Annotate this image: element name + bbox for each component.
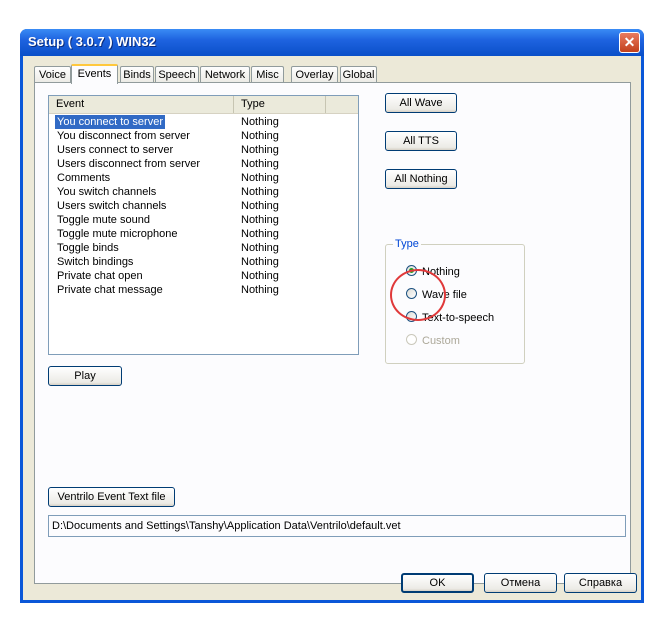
event-text-file-button[interactable]: Ventrilo Event Text file [48, 487, 175, 507]
tab-overlay[interactable]: Overlay [291, 66, 338, 82]
event-type-cell: Nothing [241, 214, 279, 226]
events-list[interactable]: Event Type You connect to server Nothing Y… [48, 95, 359, 355]
event-name-cell: Users disconnect from server [57, 158, 201, 170]
events-tab-panel: Event Type You connect to server Nothing Y… [34, 82, 631, 584]
table-row[interactable]: Users disconnect from server Nothing [49, 157, 358, 171]
event-name-cell: Toggle mute sound [57, 214, 150, 226]
table-row[interactable]: Toggle binds Nothing [49, 241, 358, 255]
table-row[interactable]: You connect to server Nothing [49, 115, 358, 129]
event-type-cell: Nothing [241, 186, 279, 198]
table-row[interactable]: Switch bindings Nothing [49, 255, 358, 269]
tab-global[interactable]: Global [340, 66, 377, 82]
event-name-cell: Toggle mute microphone [57, 228, 178, 240]
close-icon: ✕ [623, 34, 636, 50]
table-row[interactable]: Users connect to server Nothing [49, 143, 358, 157]
tab-misc[interactable]: Misc [251, 66, 284, 82]
radio-disabled-icon [406, 334, 417, 345]
event-name-cell: Comments [57, 172, 111, 184]
tab-binds[interactable]: Binds [120, 66, 154, 82]
event-type-cell: Nothing [241, 200, 279, 212]
event-name-cell: You disconnect from server [57, 130, 190, 142]
radio-custom-label: Custom [422, 335, 460, 347]
ok-button[interactable]: OK [401, 573, 474, 593]
event-type-cell: Nothing [241, 242, 279, 254]
event-type-cell: Nothing [241, 130, 279, 142]
column-header-type[interactable]: Type [234, 96, 326, 113]
event-type-cell: Nothing [241, 116, 279, 128]
tab-speech[interactable]: Speech [155, 66, 199, 82]
event-type-cell: Nothing [241, 228, 279, 240]
event-type-cell: Nothing [241, 284, 279, 296]
all-tts-button[interactable]: All TTS [385, 131, 457, 151]
tab-voice[interactable]: Voice [34, 66, 71, 82]
column-header-event[interactable]: Event [49, 96, 234, 113]
help-button[interactable]: Справка [564, 573, 637, 593]
tab-network[interactable]: Network [200, 66, 250, 82]
event-name-cell: You connect to server [55, 115, 165, 129]
table-row[interactable]: Private chat message Nothing [49, 283, 358, 297]
event-file-path-field[interactable]: D:\Documents and Settings\Tanshy\Applica… [48, 515, 626, 537]
event-name-cell: Switch bindings [57, 256, 134, 268]
title-bar[interactable]: Setup ( 3.0.7 ) WIN32 ✕ [20, 29, 644, 56]
event-name-cell: Private chat message [57, 284, 163, 296]
table-row[interactable]: Comments Nothing [49, 171, 358, 185]
type-group-label: Type [393, 238, 421, 250]
event-type-cell: Nothing [241, 256, 279, 268]
table-row[interactable]: Toggle mute sound Nothing [49, 213, 358, 227]
event-name-cell: Toggle binds [57, 242, 119, 254]
event-name-cell: You switch channels [57, 186, 157, 198]
all-wave-button[interactable]: All Wave [385, 93, 457, 113]
setup-window: Setup ( 3.0.7 ) WIN32 ✕ Voice Events Bin… [20, 29, 644, 603]
play-button[interactable]: Play [48, 366, 122, 386]
event-type-cell: Nothing [241, 144, 279, 156]
dialog-client-area: Voice Events Binds Speech Network Misc O… [23, 56, 641, 600]
list-header: Event Type [49, 96, 358, 114]
table-row[interactable]: Users switch channels Nothing [49, 199, 358, 213]
red-highlight-circle [390, 269, 446, 321]
table-row[interactable]: Private chat open Nothing [49, 269, 358, 283]
event-type-cell: Nothing [241, 172, 279, 184]
close-button[interactable]: ✕ [619, 32, 640, 53]
table-row[interactable]: You disconnect from server Nothing [49, 129, 358, 143]
event-name-cell: Users switch channels [57, 200, 167, 212]
cancel-button[interactable]: Отмена [484, 573, 557, 593]
table-row[interactable]: You switch channels Nothing [49, 185, 358, 199]
table-row[interactable]: Toggle mute microphone Nothing [49, 227, 358, 241]
all-nothing-button[interactable]: All Nothing [385, 169, 457, 189]
window-title: Setup ( 3.0.7 ) WIN32 [28, 34, 156, 49]
event-type-cell: Nothing [241, 158, 279, 170]
event-name-cell: Private chat open [57, 270, 143, 282]
event-type-cell: Nothing [241, 270, 279, 282]
event-name-cell: Users connect to server [57, 144, 174, 156]
tab-events[interactable]: Events [71, 64, 118, 84]
